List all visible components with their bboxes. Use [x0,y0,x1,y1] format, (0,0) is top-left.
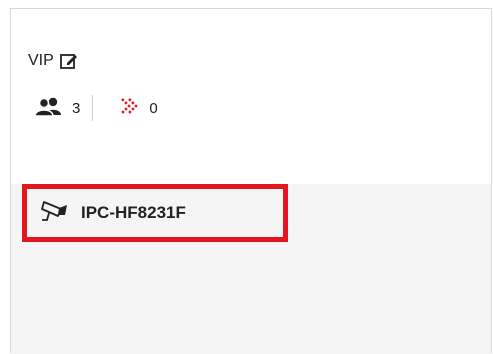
alarm-count: 0 [149,99,158,117]
camera-icon [41,198,71,229]
people-icon [34,96,64,120]
stats-divider [92,95,94,121]
device-name: IPC-HF8231F [81,203,186,222]
device-item-ipc-hf8231f[interactable]: IPC-HF8231F [22,184,288,242]
edit-icon[interactable] [59,52,80,70]
vip-group-panel [10,8,492,354]
group-name: VIP [28,52,54,69]
person-count: 3 [72,99,81,117]
group-title-row: VIP [28,52,80,70]
alarm-arrows-icon [119,96,141,120]
alarm-count-stat: 0 [119,96,158,120]
person-count-stat: 3 [34,96,80,120]
group-stats: 3 0 [34,95,158,121]
